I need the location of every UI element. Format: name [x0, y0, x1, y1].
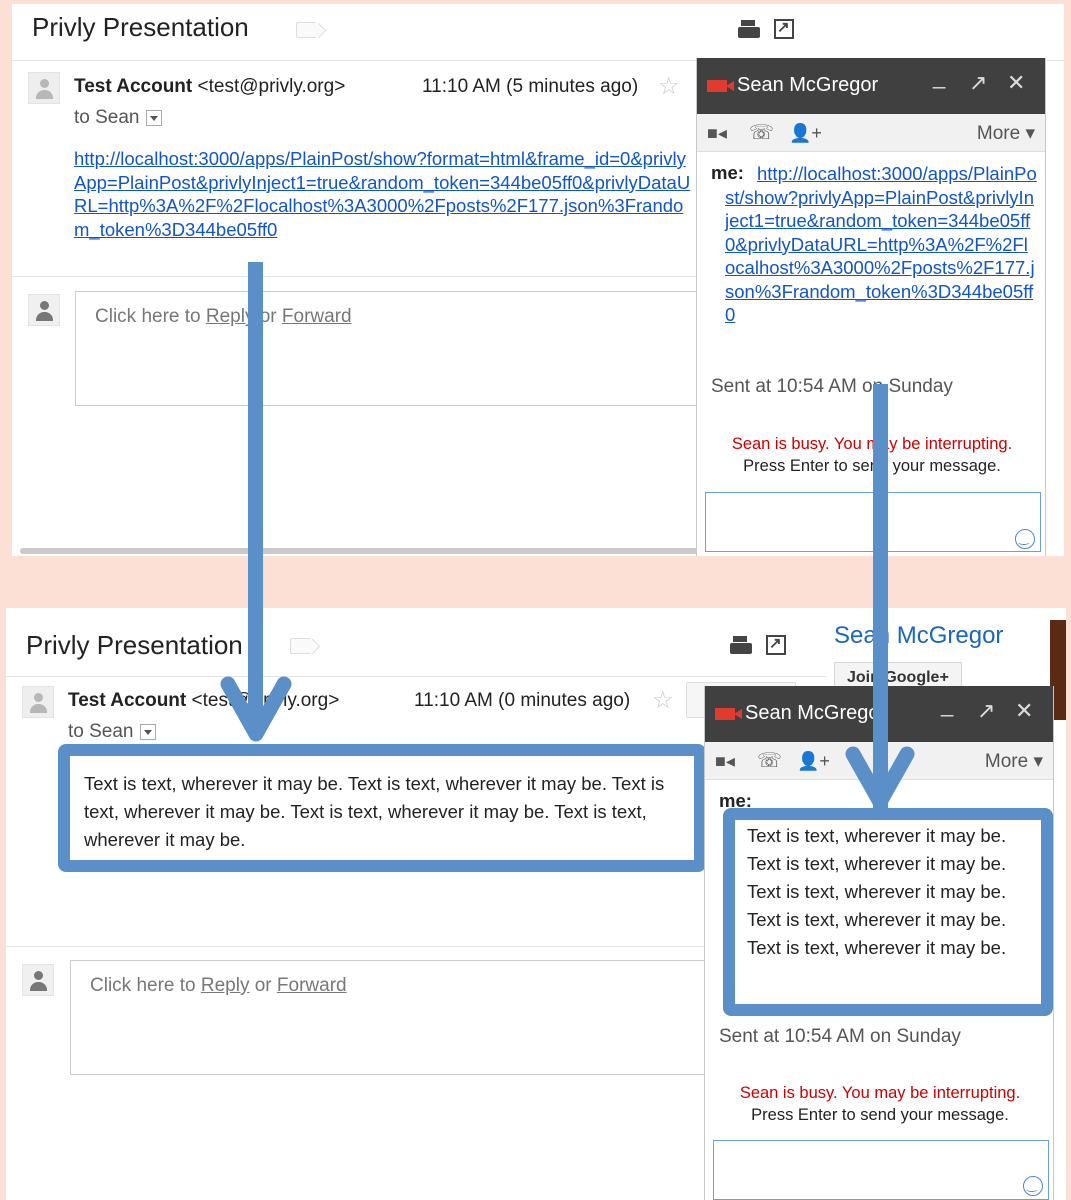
star-icon[interactable]: ☆: [658, 72, 680, 101]
reply-prompt: Click here to Reply or Forward: [95, 306, 352, 328]
add-person-icon[interactable]: 👤+: [789, 123, 822, 144]
sender-name: Test Account: [68, 690, 187, 711]
message-divider: [12, 276, 702, 277]
more-menu[interactable]: More ▾: [985, 750, 1043, 773]
chat-input[interactable]: [713, 1140, 1049, 1200]
reply-avatar: [28, 294, 60, 326]
chat-toolbar: ■◂ ☏ 👤+ More ▾: [705, 742, 1053, 780]
more-menu[interactable]: More ▾: [977, 122, 1035, 145]
busy-warning: Sean is busy. You may be interrupting.: [731, 435, 1013, 453]
new-window-icon[interactable]: [774, 18, 794, 39]
close-icon[interactable]: ✕: [1007, 70, 1025, 96]
sender-email: <test@privly.org>: [197, 76, 346, 97]
forward-link[interactable]: Forward: [277, 975, 347, 996]
forward-link[interactable]: Forward: [282, 306, 352, 327]
email-subject-title: Privly Presentation: [32, 12, 249, 42]
popout-icon[interactable]: ↗: [969, 70, 987, 96]
video-icon[interactable]: ■◂: [715, 751, 735, 772]
reply-link[interactable]: Reply: [201, 975, 250, 996]
phone-icon[interactable]: ☏: [757, 748, 782, 773]
sender-name: Test Account: [74, 76, 193, 97]
chat-header[interactable]: Sean McGregor _ ↗ ✕: [697, 58, 1045, 114]
label-icon[interactable]: [296, 22, 316, 38]
recipients-label: to Sean: [68, 721, 134, 742]
phone-icon[interactable]: ☏: [749, 120, 774, 145]
recipients[interactable]: to Sean: [74, 107, 162, 129]
popout-icon[interactable]: ↗: [977, 698, 995, 724]
recipients-label: to Sean: [74, 107, 140, 128]
reply-avatar: [22, 964, 54, 996]
sender-avatar: [22, 686, 54, 718]
chat-window: Sean McGregor _ ↗ ✕ ■◂ ☏ 👤+ More ▾ me: h…: [696, 58, 1046, 556]
video-call-icon: [707, 80, 734, 92]
enter-hint: Press Enter to send your message.: [751, 1106, 1009, 1124]
chat-contact-name: Sean McGregor: [745, 702, 887, 724]
recipients[interactable]: to Sean: [68, 721, 156, 743]
print-icon[interactable]: [738, 20, 760, 40]
chat-header[interactable]: Sean McGregor _ ↗ ✕: [705, 686, 1053, 742]
gplus-contact-name[interactable]: Sean McGregor: [834, 622, 1003, 650]
chevron-down-icon[interactable]: [145, 109, 162, 126]
chat-toolbar: ■◂ ☏ 👤+ More ▾: [697, 114, 1045, 152]
sender-email: <test@privly.org>: [191, 690, 340, 711]
add-person-icon[interactable]: 👤+: [797, 751, 830, 772]
decrypted-chat-text: Text is text, wherever it may be. Text i…: [747, 825, 1007, 958]
sender-avatar: [28, 72, 60, 104]
reply-prefix: Click here to: [95, 306, 206, 327]
message-divider: [6, 946, 706, 947]
sender[interactable]: Test Account <test@privly.org>: [68, 690, 339, 712]
busy-warning: Sean is busy. You may be interrupting.: [739, 1084, 1021, 1102]
close-icon[interactable]: ✕: [1015, 698, 1033, 724]
emoji-icon[interactable]: [1015, 529, 1035, 549]
reply-mid: or: [254, 306, 282, 327]
message-time: 11:10 AM (0 minutes ago): [414, 690, 631, 711]
message-link[interactable]: http://localhost:3000/apps/PlainPost/sho…: [74, 147, 694, 241]
enter-hint: Press Enter to send your message.: [743, 457, 1001, 475]
decrypted-message-text: Text is text, wherever it may be. Text i…: [84, 773, 665, 850]
minimize-icon[interactable]: _: [933, 64, 945, 90]
new-window-icon[interactable]: [766, 634, 786, 655]
email-subject-title: Privly Presentation: [26, 630, 243, 660]
message-time: 11:10 AM (5 minutes ago): [422, 76, 639, 97]
header-divider: [6, 676, 826, 677]
reply-prefix: Click here to: [90, 975, 201, 996]
print-icon[interactable]: [730, 636, 752, 656]
chat-sent-time: Sent at 10:54 AM on Sunday: [719, 1026, 961, 1047]
reply-link[interactable]: Reply: [206, 306, 255, 327]
emoji-icon[interactable]: [1023, 1176, 1043, 1196]
video-call-icon: [715, 708, 742, 720]
chat-window: Sean McGregor _ ↗ ✕ ■◂ ☏ 👤+ More ▾ me: T…: [704, 686, 1054, 1200]
chat-contact-name: Sean McGregor: [737, 74, 879, 96]
chat-sent-time: Sent at 10:54 AM on Sunday: [711, 376, 953, 397]
minimize-icon[interactable]: _: [941, 692, 953, 718]
star-icon[interactable]: ☆: [652, 686, 674, 715]
chat-message-link[interactable]: http://localhost:3000/apps/PlainPost/sho…: [725, 162, 1037, 327]
chevron-down-icon[interactable]: [139, 723, 156, 740]
video-icon[interactable]: ■◂: [707, 123, 727, 144]
horizontal-scrollbar[interactable]: [20, 548, 700, 554]
reply-prompt: Click here to Reply or Forward: [90, 975, 347, 997]
reply-mid: or: [249, 975, 277, 996]
top-email-panel: Privly Presentation Test Account <test@p…: [12, 4, 1064, 556]
bottom-email-panel: Privly Presentation Sean McGregor Join G…: [6, 608, 1066, 1200]
label-icon[interactable]: [290, 638, 310, 654]
sender[interactable]: Test Account <test@privly.org>: [74, 76, 345, 98]
chat-input[interactable]: [705, 492, 1041, 552]
